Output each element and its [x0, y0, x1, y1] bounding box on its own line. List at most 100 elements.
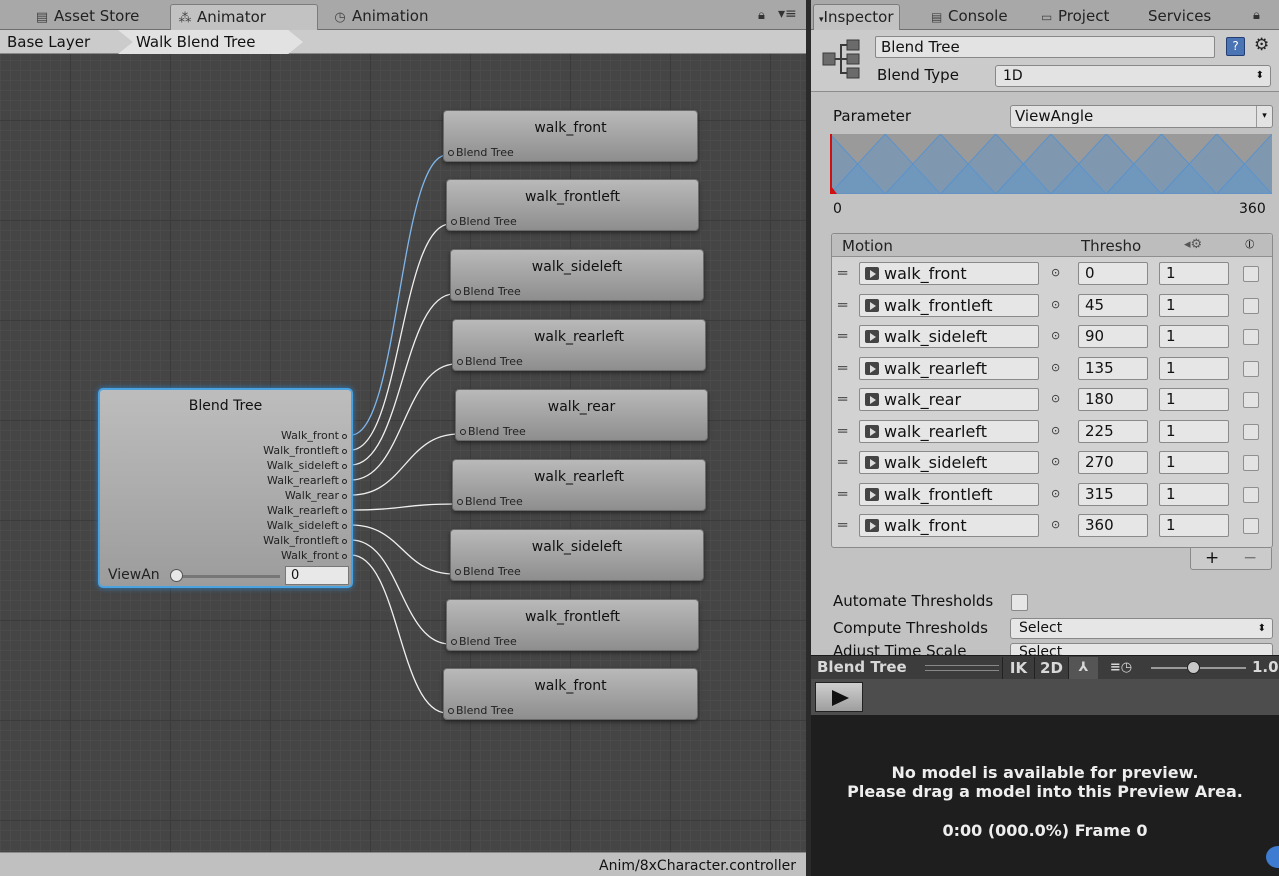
motion-node[interactable]: walk_rear Blend Tree: [455, 389, 708, 441]
object-picker-icon[interactable]: ⊙: [1051, 298, 1060, 311]
lock-icon[interactable]: 🔒︎: [1253, 8, 1260, 23]
adjust-time-scale-select[interactable]: Select: [1010, 643, 1273, 655]
threshold-field[interactable]: 0: [1078, 262, 1148, 285]
motion-node[interactable]: walk_rearleft Blend Tree: [452, 459, 706, 511]
tab-menu-icon[interactable]: ▾≡: [778, 6, 797, 22]
play-button[interactable]: [815, 682, 863, 712]
threshold-field[interactable]: 315: [1078, 482, 1148, 506]
blend-tree-output[interactable]: Walk_rear: [285, 488, 347, 503]
blend-tree-output[interactable]: Walk_frontleft: [263, 443, 347, 458]
motion-clip-field[interactable]: walk_rear: [859, 388, 1039, 411]
mirror-checkbox[interactable]: [1243, 518, 1259, 534]
gear-icon[interactable]: ⚙: [1254, 35, 1269, 55]
motion-row[interactable]: ═ walk_rearleft ⊙ 225 1: [832, 418, 1272, 449]
blend-parameter-knob[interactable]: [170, 569, 183, 582]
motion-node-input-port[interactable]: Blend Tree: [451, 635, 517, 648]
object-picker-icon[interactable]: ⊙: [1051, 518, 1060, 531]
motion-node-input-port[interactable]: Blend Tree: [457, 495, 523, 508]
motion-clip-field[interactable]: walk_sideleft: [859, 451, 1039, 474]
mirror-checkbox[interactable]: [1243, 266, 1259, 282]
blend-tree-output[interactable]: Walk_front: [281, 548, 347, 563]
motion-row[interactable]: ═ walk_front ⊙ 0 1: [832, 260, 1272, 291]
threshold-field[interactable]: 180: [1078, 388, 1148, 411]
compute-thresholds-select[interactable]: Select ⬍: [1010, 618, 1273, 639]
motion-row[interactable]: ═ walk_sideleft ⊙ 90 1: [832, 323, 1272, 354]
motion-node[interactable]: walk_sideleft Blend Tree: [450, 529, 704, 581]
object-picker-icon[interactable]: ⊙: [1051, 266, 1060, 279]
threshold-field[interactable]: 360: [1078, 514, 1148, 537]
motion-row[interactable]: ═ walk_rear ⊙ 180 1: [832, 386, 1272, 417]
speed-dial-icon[interactable]: ≡◷: [1099, 657, 1143, 679]
drag-handle-icon[interactable]: ═: [838, 359, 847, 377]
object-picker-icon[interactable]: ⊙: [1051, 392, 1060, 405]
blend-tree-output[interactable]: Walk_sideleft: [267, 518, 347, 533]
speed-field[interactable]: 1: [1159, 482, 1229, 506]
motion-row[interactable]: ═ walk_rearleft ⊙ 135 1: [832, 355, 1272, 386]
motion-node-input-port[interactable]: Blend Tree: [457, 355, 523, 368]
mirror-checkbox[interactable]: [1243, 329, 1259, 345]
threshold-field[interactable]: 270: [1078, 451, 1148, 474]
motion-row[interactable]: ═ walk_frontleft ⊙ 315 1: [832, 481, 1272, 512]
speed-field[interactable]: 1: [1159, 419, 1229, 443]
motion-node[interactable]: walk_sideleft Blend Tree: [450, 249, 704, 301]
blend-tree-output[interactable]: Walk_rearleft: [267, 503, 347, 518]
speed-field[interactable]: 1: [1159, 451, 1229, 474]
blend-weights-graph[interactable]: [830, 134, 1272, 194]
tab-animation[interactable]: ◷ Animation: [326, 4, 456, 30]
drag-handle-icon[interactable]: ═: [838, 296, 847, 314]
motion-row[interactable]: ═ walk_front ⊙ 360 1: [832, 512, 1272, 543]
drag-handle-icon[interactable]: ═: [838, 327, 847, 345]
threshold-field[interactable]: 90: [1078, 325, 1148, 348]
drag-handle-icon[interactable]: ═: [838, 516, 847, 534]
motion-clip-field[interactable]: walk_front: [859, 514, 1039, 537]
add-motion-button[interactable]: +: [1205, 548, 1219, 568]
speed-field[interactable]: 1: [1159, 325, 1229, 348]
motion-node[interactable]: walk_frontleft Blend Tree: [446, 179, 699, 231]
object-picker-icon[interactable]: ⊙: [1051, 455, 1060, 468]
blend-tree-output[interactable]: Walk_rearleft: [267, 473, 347, 488]
motion-node-input-port[interactable]: Blend Tree: [451, 215, 517, 228]
motion-clip-field[interactable]: walk_frontleft: [859, 482, 1039, 506]
breadcrumb-walk-blend-tree[interactable]: Walk Blend Tree: [118, 30, 303, 54]
tab-console[interactable]: ▤ Console: [931, 4, 1008, 30]
blend-tree-output[interactable]: Walk_frontleft: [263, 533, 347, 548]
motion-node-input-port[interactable]: Blend Tree: [455, 285, 521, 298]
lock-icon[interactable]: 🔒︎: [758, 8, 765, 23]
motion-node-input-port[interactable]: Blend Tree: [448, 704, 514, 717]
tab-inspector[interactable]: ▾Inspector: [813, 4, 900, 30]
drag-handle-icon[interactable]: ═: [838, 422, 847, 440]
blend-parameter-slider[interactable]: [176, 575, 280, 578]
breadcrumb-base-layer[interactable]: Base Layer: [7, 30, 90, 54]
speed-field[interactable]: 1: [1159, 293, 1229, 317]
speed-field[interactable]: 1: [1159, 388, 1229, 411]
animator-graph-canvas[interactable]: Blend Tree Walk_front Walk_frontleft Walk_…: [0, 54, 806, 852]
motion-node[interactable]: walk_front Blend Tree: [443, 110, 698, 162]
threshold-field[interactable]: 45: [1078, 293, 1148, 317]
object-picker-icon[interactable]: ⊙: [1051, 487, 1060, 500]
chat-bubble-icon[interactable]: [1266, 846, 1279, 868]
speed-field[interactable]: 1: [1159, 356, 1229, 380]
motion-node[interactable]: walk_front Blend Tree: [443, 668, 698, 720]
motion-clip-field[interactable]: walk_sideleft: [859, 325, 1039, 348]
blend-tree-name-field[interactable]: Blend Tree: [875, 36, 1215, 58]
preview-speed-knob[interactable]: [1187, 661, 1200, 674]
tab-asset-store[interactable]: ▤ Asset Store: [28, 4, 163, 30]
speed-field[interactable]: 1: [1159, 262, 1229, 285]
motion-clip-field[interactable]: walk_frontleft: [859, 293, 1039, 317]
motion-node-input-port[interactable]: Blend Tree: [448, 146, 514, 159]
object-picker-icon[interactable]: ⊙: [1051, 361, 1060, 374]
object-picker-icon[interactable]: ⊙: [1051, 329, 1060, 342]
motion-row[interactable]: ═ walk_sideleft ⊙ 270 1: [832, 449, 1272, 480]
object-picker-icon[interactable]: ⊙: [1051, 424, 1060, 437]
blend-tree-output[interactable]: Walk_front: [281, 428, 347, 443]
blend-parameter-value[interactable]: 0: [285, 566, 349, 585]
ik-toggle[interactable]: IK: [1002, 657, 1034, 679]
blend-tree-output[interactable]: Walk_sideleft: [267, 458, 347, 473]
motion-clip-field[interactable]: walk_rearleft: [859, 419, 1039, 443]
motion-clip-field[interactable]: walk_front: [859, 262, 1039, 285]
speed-field[interactable]: 1: [1159, 514, 1229, 537]
mirror-checkbox[interactable]: [1243, 392, 1259, 408]
drag-handle-icon[interactable]: ═: [838, 264, 847, 282]
drag-handle-icon[interactable]: ═: [838, 485, 847, 503]
motion-node-input-port[interactable]: Blend Tree: [455, 565, 521, 578]
